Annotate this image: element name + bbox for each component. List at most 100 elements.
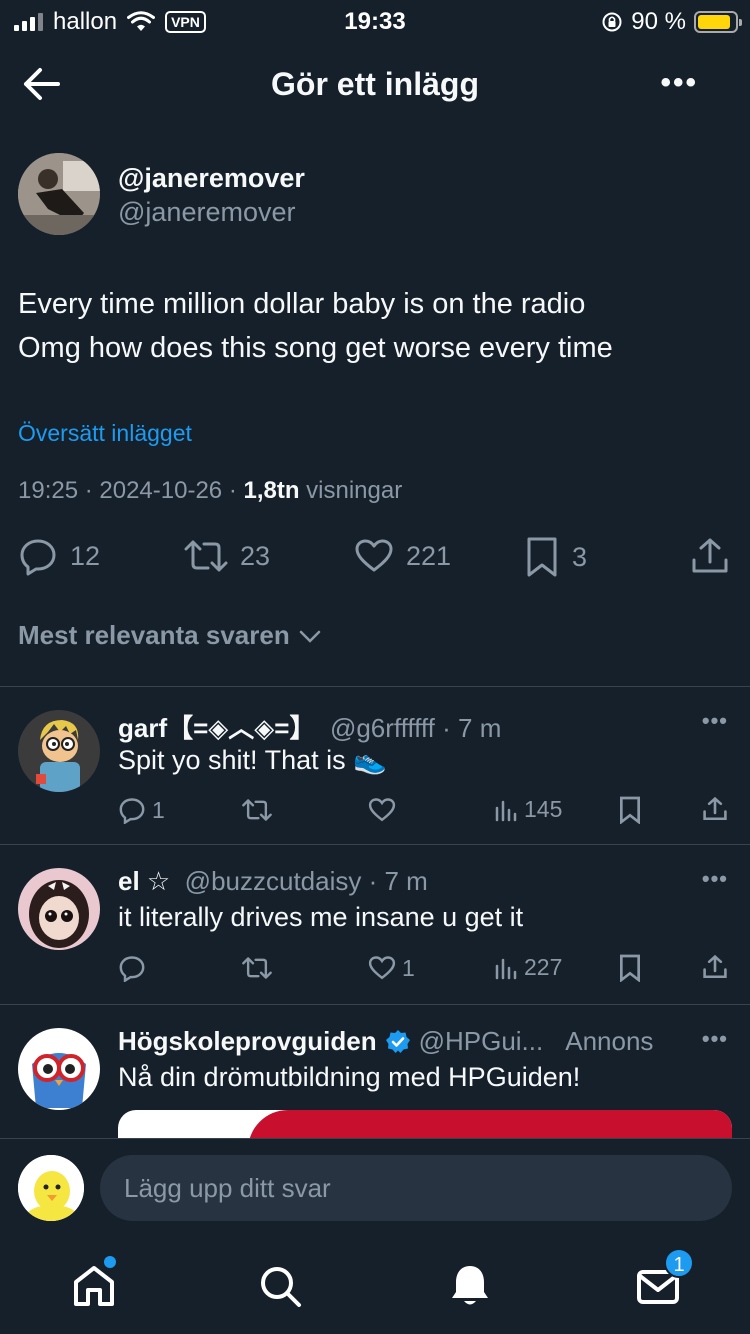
like-button[interactable]: 221 [354,536,451,576]
reply-item[interactable]: garf【=◈︿◈=】 @g6rffffff · 7 m ••• Spit yo… [0,686,750,844]
bookmark-icon [527,537,557,577]
tab-search[interactable] [256,1262,304,1310]
ad-author-name[interactable]: Högskoleprovguiden [118,1026,377,1057]
share-icon [703,796,727,821]
repost-count: 23 [240,540,271,571]
home-icon [74,1266,114,1306]
reply-button[interactable]: 1 [118,796,165,824]
ad-text: Nå din drömutbildning med HPGuiden! [118,1062,581,1092]
reply-author-name[interactable]: el ☆ [118,866,170,896]
ad-media[interactable] [118,1110,732,1138]
reply-input[interactable] [100,1155,732,1221]
tweet-text-line: Omg how does this song get worse every t… [18,332,613,364]
like-icon [355,539,393,572]
repost-button[interactable] [242,954,278,982]
reply-count: 1 [152,796,165,823]
avatar[interactable] [18,153,100,235]
share-icon [703,954,727,979]
reply-button[interactable] [118,954,152,982]
like-button[interactable] [368,796,402,824]
reply-icon [20,539,56,576]
reply-actions: 1 145 [118,796,730,826]
share-icon [692,538,728,573]
more-icon[interactable]: ••• [702,1026,728,1052]
reply-item[interactable]: el ☆ @buzzcutdaisy · 7 m ••• it literall… [0,844,750,1004]
like-icon [368,798,396,822]
battery-percent: 90 % [631,8,686,35]
reply-icon [119,956,145,982]
reply-author-handle[interactable]: @buzzcutdaisy [185,866,362,896]
like-count: 221 [406,540,452,571]
sort-label: Mest relevanta svaren [18,620,290,650]
reply-time: · 7 m [442,713,502,743]
sort-replies-dropdown[interactable]: Mest relevanta svaren [18,620,322,651]
views-icon [495,800,517,821]
reply-author-name[interactable]: garf【=◈︿◈=】 [118,713,315,743]
views-count[interactable]: 1,8tn [243,477,299,504]
bookmark-button[interactable] [618,954,642,982]
tab-bar: 1 [0,1240,750,1334]
bookmark-button[interactable]: 3 [524,536,587,578]
tab-home[interactable] [70,1256,118,1310]
reply-count: 12 [70,540,101,571]
page-title: Gör ett inlägg [271,66,479,102]
share-button[interactable] [690,536,730,576]
views-icon [495,958,517,979]
share-button[interactable] [702,954,728,980]
search-icon [261,1267,301,1307]
repost-icon [184,540,228,572]
chevron-down-icon [299,630,320,643]
ad-author-handle[interactable]: @HPGui... [419,1026,544,1057]
bookmark-count: 3 [572,541,588,572]
status-bar: hallon VPN 19:33 90 % [0,0,750,44]
bookmark-button[interactable] [618,796,642,824]
tweet-meta: 19:25 · 2024-10-26 · 1,8tn visningar [18,477,402,505]
avatar[interactable] [18,1028,100,1110]
like-icon [368,956,396,980]
ad-item[interactable]: Högskoleprovguiden @HPGui... Annons ••• … [0,1004,750,1138]
translate-link[interactable]: Översätt inlägget [18,420,192,447]
home-notification-dot [104,1256,116,1268]
tweet-text-line: Every time million dollar baby is on the… [18,288,586,320]
like-count: 1 [402,954,415,981]
reply-bar [0,1138,750,1238]
avatar[interactable] [18,868,100,950]
views-count: 227 [524,954,563,980]
tab-messages[interactable]: 1 [634,1248,694,1310]
tweet-actions: 12 23 221 3 [18,536,732,580]
bookmark-icon [620,796,640,824]
author-handle[interactable]: @janeremover [118,197,295,228]
avatar[interactable] [18,1155,84,1221]
more-icon[interactable]: ••• [660,66,698,100]
more-icon[interactable]: ••• [702,866,728,892]
more-icon[interactable]: ••• [702,708,728,734]
reply-icon [119,798,145,824]
verified-icon [385,1029,410,1053]
views-button[interactable]: 227 [494,954,562,981]
reply-button[interactable]: 12 [18,536,100,576]
author-name[interactable]: @janeremover [118,163,305,194]
messages-badge: 1 [664,1248,694,1278]
repost-button[interactable] [242,796,278,824]
repost-icon [242,799,272,821]
battery-icon [694,11,742,33]
tweet-timestamp: 19:25 · 2024-10-26 · [18,477,244,504]
ad-header: Högskoleprovguiden @HPGui... Annons [118,1026,653,1057]
status-right: 90 % [601,8,742,36]
bell-icon [452,1266,488,1305]
bookmark-icon [620,954,640,982]
avatar[interactable] [18,710,100,792]
views-label: visningar [299,477,403,504]
reply-header: garf【=◈︿◈=】 @g6rffffff · 7 m [118,708,501,745]
repost-button[interactable]: 23 [184,536,270,576]
views-count: 145 [524,796,563,822]
header: Gör ett inlägg ••• [0,52,750,116]
share-button[interactable] [702,796,728,822]
reply-author-handle[interactable]: @g6rffffff [330,713,435,743]
tweet-text: Every time million dollar baby is on the… [18,282,732,370]
tweet-author[interactable]: @janeremover @janeremover [18,153,718,237]
views-button[interactable]: 145 [494,796,562,823]
tab-notifications[interactable] [446,1262,494,1310]
reply-header: el ☆ @buzzcutdaisy · 7 m [118,866,428,897]
like-button[interactable]: 1 [368,954,415,982]
